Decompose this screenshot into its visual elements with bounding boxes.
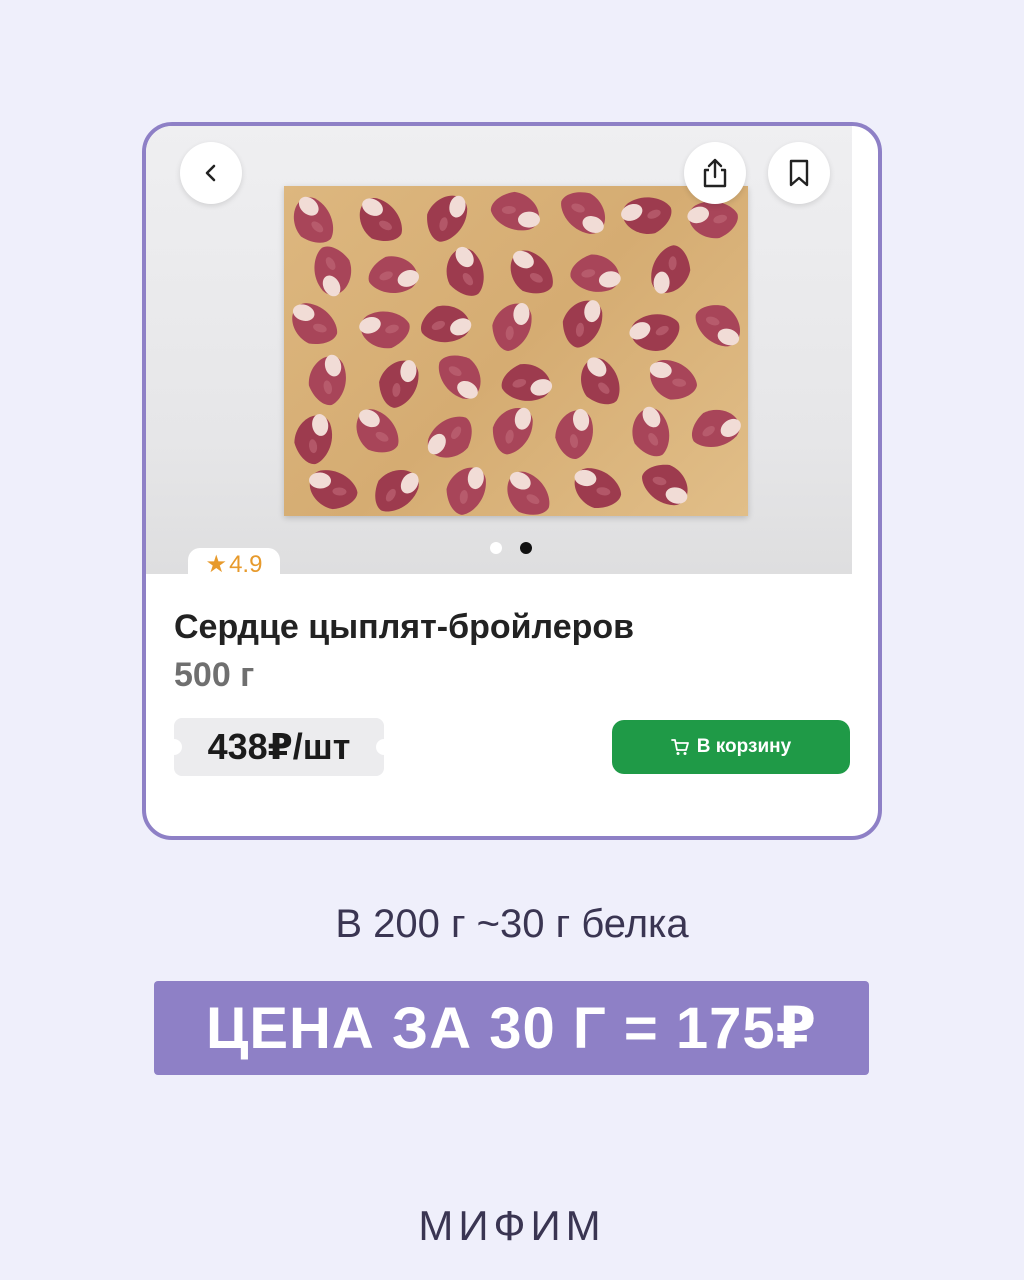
chicken-heart [309, 470, 358, 510]
chicken-heart [427, 195, 468, 242]
rating-badge: ★ 4.9 [188, 548, 280, 582]
chicken-heart [421, 305, 472, 343]
chicken-heart [621, 197, 672, 234]
chicken-heart [651, 245, 691, 294]
product-weight: 500 г [174, 656, 255, 694]
chevron-left-icon [205, 164, 216, 182]
chicken-heart [492, 302, 532, 351]
chicken-heart [308, 354, 346, 406]
chicken-heart [446, 467, 486, 515]
chicken-heart [292, 303, 338, 345]
share-icon [703, 158, 727, 188]
banner-text: ЦЕНА ЗА 30 Г = 175₽ [205, 996, 817, 1061]
add-to-cart-label: В корзину [696, 736, 792, 757]
rating-value: 4.9 [229, 551, 263, 578]
page: ★ 4.9 Сердце цыплят-бройлеров 500 г 438₽… [0, 0, 1024, 1280]
price-tag: 438₽/шт [166, 718, 392, 776]
chicken-heart [629, 314, 680, 351]
chicken-heart [632, 406, 670, 457]
chicken-heart [379, 360, 419, 408]
chicken-hearts-illustration [292, 191, 741, 515]
chicken-heart [359, 198, 402, 241]
share-button[interactable] [684, 142, 746, 204]
chicken-heart [574, 468, 622, 509]
star-icon: ★ [205, 551, 228, 578]
chicken-heart [375, 470, 419, 512]
chicken-heart [490, 191, 541, 231]
back-button[interactable] [180, 142, 242, 204]
chicken-heart [510, 250, 553, 294]
product-title: Сердце цыплят-бройлеров [174, 608, 635, 646]
cart-icon [670, 739, 689, 755]
cutting-board-image [284, 186, 748, 516]
chicken-heart [581, 357, 620, 405]
add-to-cart-button[interactable]: В корзину [612, 720, 850, 774]
carousel-dots [490, 542, 532, 554]
chicken-heart [649, 360, 697, 400]
chicken-heart [368, 256, 420, 293]
product-photo[interactable] [146, 126, 852, 574]
chicken-heart [691, 409, 741, 448]
chicken-heart [356, 409, 399, 453]
chicken-heart [507, 471, 550, 515]
carousel-dot-active[interactable] [520, 542, 532, 554]
product-card[interactable]: ★ 4.9 Сердце цыплят-бройлеров 500 г 438₽… [142, 122, 882, 840]
product-price: 438₽/шт [207, 726, 351, 767]
chicken-heart [438, 355, 481, 399]
brand-logo: МИФИМ [418, 1202, 606, 1249]
chicken-heart [695, 305, 740, 347]
chicken-heart [492, 407, 533, 455]
bookmark-icon [789, 159, 809, 187]
carousel-dot[interactable] [490, 542, 502, 554]
bookmark-button[interactable] [768, 142, 830, 204]
chicken-heart [501, 364, 553, 401]
chicken-heart [642, 464, 688, 506]
chicken-heart [446, 246, 484, 296]
chicken-heart [562, 300, 603, 348]
chicken-heart [561, 192, 606, 234]
protein-info: В 200 г ~30 г белка [335, 902, 689, 946]
chicken-heart [294, 414, 333, 465]
chicken-heart [555, 408, 593, 459]
chicken-heart [570, 254, 621, 292]
chicken-heart [427, 416, 472, 458]
chicken-heart [314, 246, 352, 297]
price-per-protein-banner: ЦЕНА ЗА 30 Г = 175₽ [154, 981, 869, 1075]
chicken-heart [293, 196, 334, 243]
chicken-heart [359, 311, 410, 349]
